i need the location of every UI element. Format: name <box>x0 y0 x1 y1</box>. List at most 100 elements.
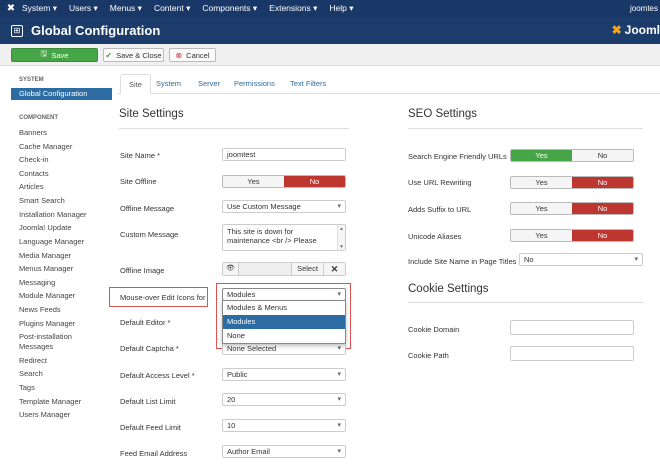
menu-extensions[interactable]: Extensions ▾ <box>269 3 317 14</box>
image-path-input[interactable] <box>239 263 291 275</box>
menu-menus[interactable]: Menus ▾ <box>110 3 142 14</box>
config-icon: ⊞ <box>11 24 23 37</box>
sidebar-item[interactable]: Installation Manager <box>19 210 87 219</box>
suffix-no[interactable]: No <box>572 203 633 214</box>
joomla-logo-icon: ✖ <box>611 23 622 37</box>
site-offline-label: Site Offline <box>120 177 157 186</box>
sidebar-item[interactable]: Joomla! Update <box>19 223 72 232</box>
sef-no[interactable]: No <box>572 150 633 161</box>
cancel-button[interactable]: ⊗ Cancel <box>169 48 216 62</box>
sidebar-item[interactable]: Menus Manager <box>19 264 73 273</box>
dropdown-option-selected[interactable]: Modules <box>223 315 345 329</box>
save-label: Save <box>51 50 69 60</box>
site-settings-heading: Site Settings <box>119 108 184 120</box>
custom-message-line: This site is down for <box>227 227 294 236</box>
offline-message-label: Offline Message <box>120 204 175 213</box>
save-button[interactable]: 🖫 Save <box>11 48 98 62</box>
config-tabs: Site System Server Permissions Text Filt… <box>118 74 660 94</box>
site-offline-toggle[interactable]: Yes No <box>222 175 346 188</box>
default-feed-select[interactable]: 10 <box>222 419 346 432</box>
menu-content[interactable]: Content ▾ <box>154 3 190 14</box>
sidebar-item[interactable]: Post-installation <box>19 332 72 341</box>
include-site-select[interactable]: No <box>519 253 643 266</box>
sef-yes[interactable]: Yes <box>511 150 572 161</box>
tab-site[interactable]: Site <box>120 74 151 94</box>
dropdown-option[interactable]: Modules & Menus <box>223 301 345 315</box>
sidebar-item[interactable]: Messaging <box>19 278 55 287</box>
suffix-toggle[interactable]: Yes No <box>510 202 634 215</box>
unicode-no[interactable]: No <box>572 230 633 241</box>
menu-system[interactable]: System ▾ <box>22 3 57 14</box>
select-image-button[interactable]: Select <box>291 263 323 275</box>
divider <box>119 128 349 129</box>
suffix-label: Adds Suffix to URL <box>408 205 472 214</box>
sef-toggle[interactable]: Yes No <box>510 149 634 162</box>
cookie-path-input[interactable] <box>510 346 634 361</box>
default-list-label: Default List Limit <box>120 397 176 406</box>
joomla-icon[interactable]: ✖ <box>0 3 22 14</box>
custom-message-label: Custom Message <box>120 230 179 239</box>
textarea-scrollbar[interactable]: ▲ ▼ <box>337 225 345 250</box>
tab-server[interactable]: Server <box>198 74 220 94</box>
dropdown-option[interactable]: None <box>223 329 345 343</box>
top-menu: System ▾ Users ▾ Menus ▾ Content ▾ Compo… <box>22 3 366 14</box>
menu-users[interactable]: Users ▾ <box>69 3 98 14</box>
rewrite-yes[interactable]: Yes <box>511 177 572 188</box>
eye-icon[interactable]: 👁 <box>223 263 239 275</box>
offline-image-label: Offline Image <box>120 266 165 275</box>
suffix-yes[interactable]: Yes <box>511 203 572 214</box>
custom-message-textarea[interactable]: This site is down for maintenance <br />… <box>222 224 346 251</box>
cookie-domain-label: Cookie Domain <box>408 325 460 334</box>
sidebar-item[interactable]: Plugins Manager <box>19 319 75 328</box>
tab-permissions[interactable]: Permissions <box>234 74 275 94</box>
site-name-input[interactable]: joomtest <box>222 148 346 161</box>
sidebar-item[interactable]: Tags <box>19 383 35 392</box>
clear-icon[interactable]: ✕ <box>323 263 345 275</box>
unicode-yes[interactable]: Yes <box>511 230 572 241</box>
rewrite-toggle[interactable]: Yes No <box>510 176 634 189</box>
mouseover-label: Mouse-over Edit Icons for <box>120 293 206 302</box>
sidebar-item[interactable]: Language Manager <box>19 237 84 246</box>
unicode-label: Unicode Aliases <box>408 232 462 241</box>
sidebar-item[interactable]: Module Manager <box>19 291 75 300</box>
include-site-label: Include Site Name in Page Titles <box>408 257 517 266</box>
menu-help[interactable]: Help ▾ <box>329 3 353 14</box>
unicode-toggle[interactable]: Yes No <box>510 229 634 242</box>
default-captcha-label: Default Captcha * <box>120 344 179 353</box>
sidebar-item[interactable]: Cache Manager <box>19 142 72 151</box>
offline-message-select[interactable]: Use Custom Message <box>222 200 346 213</box>
default-editor-label: Default Editor * <box>120 318 171 327</box>
default-access-label: Default Access Level * <box>120 371 195 380</box>
save-close-button[interactable]: ✔ Save & Close <box>103 48 164 62</box>
toolbar: 🖫 Save ✔ Save & Close ⊗ Cancel <box>0 44 660 66</box>
sidebar-item[interactable]: Check-in <box>19 155 49 164</box>
sidebar-item[interactable]: Contacts <box>19 169 49 178</box>
cookie-domain-input[interactable] <box>510 320 634 335</box>
top-navbar: ✖ System ▾ Users ▾ Menus ▾ Content ▾ Com… <box>0 0 660 17</box>
check-icon: ✔ <box>105 50 113 60</box>
sidebar-item[interactable]: Redirect <box>19 356 47 365</box>
default-access-select[interactable]: Public <box>222 368 346 381</box>
menu-components[interactable]: Components ▾ <box>202 3 257 14</box>
default-list-select[interactable]: 20 <box>222 393 346 406</box>
sidebar-item[interactable]: Search <box>19 369 43 378</box>
user-menu[interactable]: joomtes <box>630 4 658 13</box>
sidebar-item[interactable]: Template Manager <box>19 397 81 406</box>
sef-label: Search Engine Friendly URLs <box>408 152 507 161</box>
rewrite-label: Use URL Rewriting <box>408 178 472 187</box>
sidebar-item[interactable]: Media Manager <box>19 251 71 260</box>
sidebar-item[interactable]: Smart Search <box>19 196 65 205</box>
site-offline-no[interactable]: No <box>284 176 345 187</box>
sidebar-item[interactable]: Users Manager <box>19 410 70 419</box>
tab-system[interactable]: System <box>156 74 181 94</box>
feed-email-select[interactable]: Author Email <box>222 445 346 458</box>
sidebar-item[interactable]: Articles <box>19 182 44 191</box>
sidebar-heading-component: COMPONENT <box>19 115 58 121</box>
sidebar-item[interactable]: Banners <box>19 128 47 137</box>
site-offline-yes[interactable]: Yes <box>223 176 284 187</box>
sidebar-item[interactable]: Messages <box>19 342 53 351</box>
tab-text-filters[interactable]: Text Filters <box>290 74 326 94</box>
sidebar-item[interactable]: News Feeds <box>19 305 61 314</box>
rewrite-no[interactable]: No <box>572 177 633 188</box>
sidebar-item-global-configuration[interactable]: Global Configuration <box>11 88 112 100</box>
